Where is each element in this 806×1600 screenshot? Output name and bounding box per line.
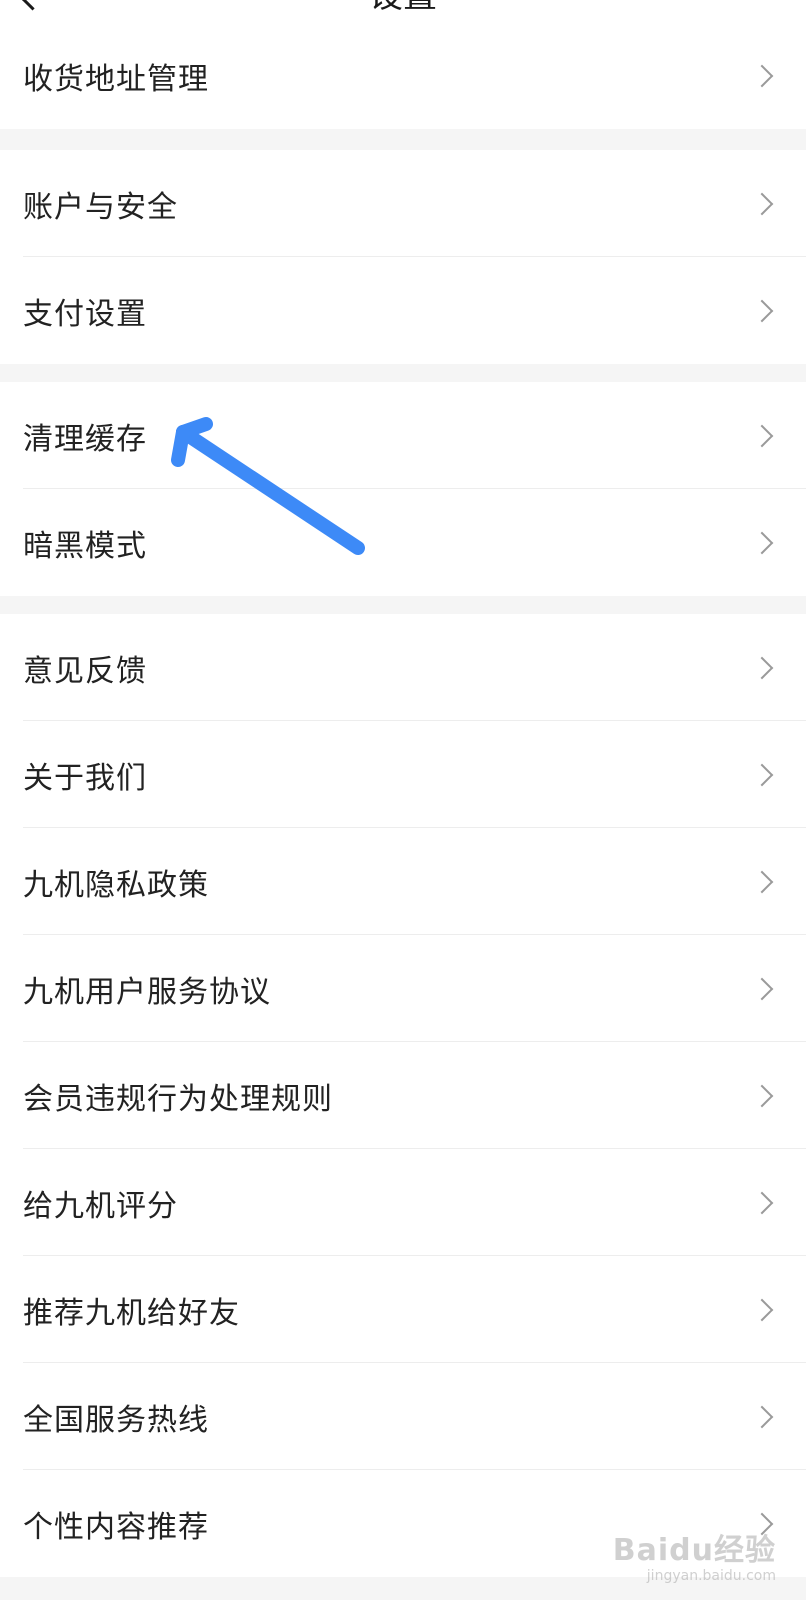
settings-item-label: 支付设置 (23, 296, 147, 332)
settings-item-label: 暗黑模式 (23, 528, 147, 564)
chevron-right-icon (750, 977, 774, 1000)
baidu-jingyan-watermark: Baidu经验 jingyan.baidu.com (612, 1533, 776, 1585)
settings-item-violation-rules[interactable]: 会员违规行为处理规则 (0, 1042, 806, 1149)
chevron-right-icon (750, 870, 774, 893)
chevron-right-icon (750, 1191, 774, 1214)
settings-group-cache: 清理缓存 暗黑模式 (0, 382, 806, 596)
chevron-right-icon (750, 656, 774, 679)
settings-item-label: 全国服务热线 (23, 1402, 209, 1438)
settings-item-dark-mode[interactable]: 暗黑模式 (0, 489, 806, 596)
settings-group-address: 收货地址管理 (0, 22, 806, 129)
settings-item-clear-cache[interactable]: 清理缓存 (0, 382, 806, 489)
settings-screen: 设置 收货地址管理 账户与安全 支付设置 清理缓存 暗黑模式 (0, 0, 806, 1600)
settings-item-recommend-friends[interactable]: 推荐九机给好友 (0, 1256, 806, 1363)
watermark-sub-text: jingyan.baidu.com (646, 1568, 776, 1584)
settings-item-label: 九机隐私政策 (23, 867, 209, 903)
settings-item-privacy-policy[interactable]: 九机隐私政策 (0, 828, 806, 935)
settings-item-label: 意见反馈 (23, 653, 147, 689)
settings-item-label: 收货地址管理 (23, 61, 209, 97)
settings-item-label: 个性内容推荐 (23, 1509, 209, 1545)
chevron-right-icon (750, 299, 774, 322)
chevron-right-icon (750, 1405, 774, 1428)
settings-item-label: 清理缓存 (23, 421, 147, 457)
chevron-right-icon (750, 531, 774, 554)
settings-item-address-management[interactable]: 收货地址管理 (0, 22, 806, 129)
chevron-right-icon (750, 424, 774, 447)
settings-item-label: 关于我们 (23, 760, 147, 796)
settings-group-about: 意见反馈 关于我们 九机隐私政策 九机用户服务协议 会员违规行为处理规则 给九机… (0, 614, 806, 1577)
chevron-right-icon (750, 1084, 774, 1107)
settings-item-service-hotline[interactable]: 全国服务热线 (0, 1363, 806, 1470)
settings-item-label: 九机用户服务协议 (23, 974, 271, 1010)
settings-item-about-us[interactable]: 关于我们 (0, 721, 806, 828)
settings-item-user-agreement[interactable]: 九机用户服务协议 (0, 935, 806, 1042)
chevron-right-icon (750, 763, 774, 786)
chevron-right-icon (750, 192, 774, 215)
settings-item-label: 账户与安全 (23, 189, 178, 225)
settings-item-payment-settings[interactable]: 支付设置 (0, 257, 806, 364)
settings-item-label: 会员违规行为处理规则 (23, 1081, 333, 1117)
top-nav-bar-partial: 设置 (0, 0, 806, 22)
chevron-right-icon (750, 1298, 774, 1321)
watermark-main-text: Baidu经验 (612, 1533, 776, 1568)
settings-item-label: 给九机评分 (23, 1188, 178, 1224)
chevron-right-icon (750, 64, 774, 87)
settings-item-account-security[interactable]: 账户与安全 (0, 150, 806, 257)
page-title: 设置 (0, 0, 806, 16)
chevron-right-icon (750, 1512, 774, 1535)
settings-item-feedback[interactable]: 意见反馈 (0, 614, 806, 721)
settings-item-rate-app[interactable]: 给九机评分 (0, 1149, 806, 1256)
settings-item-label: 推荐九机给好友 (23, 1295, 240, 1331)
settings-group-account: 账户与安全 支付设置 (0, 150, 806, 364)
